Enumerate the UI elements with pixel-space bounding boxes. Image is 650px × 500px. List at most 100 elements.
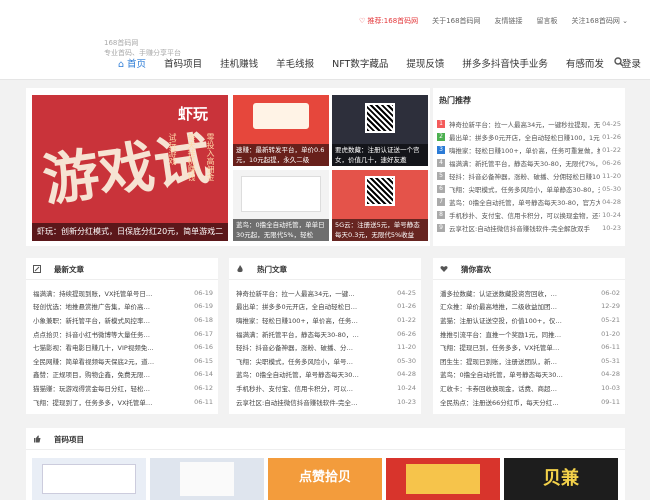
list-item[interactable]: 福满满：新托管平台，静态每天30-80，… 06-26 xyxy=(236,327,416,341)
header: 168首码网 专业首码、手赚分享平台 ⌂ 首页 首码项目 挂机赚钱 羊毛线报 N… xyxy=(0,38,650,80)
panel-header: 猜你喜欢 xyxy=(433,258,625,280)
nav-nft[interactable]: NFT数字藏品 xyxy=(332,56,388,70)
slide-thumb-caption: 5G云：注册送5元，单号静态每天0.3元，无限代5%收益 xyxy=(332,219,428,241)
top-link-about[interactable]: 关于168首码网 xyxy=(432,16,480,26)
search-icon[interactable] xyxy=(614,57,624,67)
edit-icon xyxy=(33,265,41,273)
item-title: 鑫赞：正规项目，购物企鑫，免费无限… xyxy=(33,371,150,380)
item-date: 04-28 xyxy=(601,370,620,379)
rank-badge: 9 xyxy=(437,223,445,232)
item-title: 福满满：持续提现到账，VX托管单号日… xyxy=(33,289,153,298)
list-item[interactable]: 全民网赚：简单看视频每天保底2元，道… 06-15 xyxy=(33,354,213,368)
list-item[interactable]: 飞翔：提现到了，任务多多，VX托管单… 06-11 xyxy=(33,395,213,409)
panel-header: 首码项目 xyxy=(26,428,625,450)
slide-thumb-3[interactable]: 蓝鸟：0撸全自动托管，单单日30元起，无限代5%，轻松 xyxy=(233,170,329,241)
nav-pdd[interactable]: 拼多多抖音快手业务 xyxy=(462,56,548,70)
item-date: 04-25 xyxy=(397,288,416,297)
logo-line-1: 168首码网 xyxy=(104,39,139,47)
hot-list-item[interactable]: 9 云享社区:自动挂微信抖音赚钱软件-完全解放双手 10-23 xyxy=(437,221,621,234)
hot-articles-list: 神奇拉新平台：拉一人最高34元，一键… 04-25 最出单：拼多多0元开店，全自动轻… xyxy=(236,286,416,408)
list-item[interactable]: 飞翔：提现已到，任务多多，VX托管单… 06-11 xyxy=(440,340,620,354)
list-item[interactable]: 蓝鸟：0撸全自动托管，单号静态每天30… 04-28 xyxy=(236,368,416,382)
item-title: 全民网赚：简单看视频每天保底2元，道… xyxy=(33,357,155,366)
top-link-follow[interactable]: 关注168首码网 ⌄ xyxy=(572,16,628,26)
list-item[interactable]: 点点拾贝：抖音小红书微博等大量任务… 06-17 xyxy=(33,327,213,341)
slide-main[interactable]: 游戏试 虾玩 试玩游戏 每天挂机赚钱 零投入高佣金 虾玩：创新分红模式，日保底分… xyxy=(32,95,228,241)
top-link-guestbook[interactable]: 留言板 xyxy=(537,16,558,26)
list-item[interactable]: 推推引流平台：直推一个奖励1元，同推… 01-20 xyxy=(440,327,620,341)
panel-title: 首码项目 xyxy=(54,435,84,444)
project-thumb-art xyxy=(42,464,136,494)
top-link-recommend[interactable]: ♡ 推荐:168首码网 xyxy=(359,16,418,26)
list-item[interactable]: 蓝猫：注册认证送空投，价值100+，仅… 05-21 xyxy=(440,313,620,327)
nav-projects[interactable]: 首码项目 xyxy=(164,56,202,70)
list-item[interactable]: 轻创优选：地推悬赏推广告集，单价高… 06-19 xyxy=(33,300,213,314)
item-title: 最出单：拼多多0元开店，全自动轻松日… xyxy=(236,303,358,312)
hot-list-item[interactable]: 6 飞翔：尖职模式，任务多风险小，单单静态30-80，无限 05-30 xyxy=(437,182,621,195)
item-title: 蓝鸟：0撸全自动托管，单号静态每天30-80，官方大力 xyxy=(449,198,601,207)
list-item[interactable]: 最出单：拼多多0元开店，全自动轻松日… 01-26 xyxy=(236,300,416,314)
list-item[interactable]: 神奇拉新平台：拉一人最高34元，一键… 04-25 xyxy=(236,286,416,300)
item-date: 10-03 xyxy=(601,383,620,392)
item-title: 嗨推家：轻松日赚100+，单价高，任务可重复做，推广 xyxy=(449,146,601,155)
slide-thumb-4[interactable]: 5G云：注册送5元，单号静态每天0.3元，无限代5%收益 xyxy=(332,170,428,241)
guess-like-list: 潘多拉数藏：认证送数藏投资宫回收，… 06-02 汇众推：单价最高地推，二级收益加团… xyxy=(440,286,620,408)
slide-main-col: 试玩游戏 xyxy=(168,133,177,165)
slide-thumb-2[interactable]: 要虎数藏：注册认证送一个宫女，价值几十，速好友邀 xyxy=(332,95,428,166)
slide-thumb-1[interactable]: 速赚：最新转发平台，单价0.6元，10元起提，永久二级 xyxy=(233,95,329,166)
list-item[interactable]: 潘多拉数藏：认证送数藏投资宫回收，… 06-02 xyxy=(440,286,620,300)
item-date: 05-30 xyxy=(602,184,621,193)
item-date: 11-20 xyxy=(602,171,621,180)
list-item[interactable]: 鑫赞：正规项目，购物企鑫，免费无限… 06-14 xyxy=(33,368,213,382)
list-item[interactable]: 汇众推：单价最高地推，二级收益加团… 12-29 xyxy=(440,300,620,314)
hot-list-item[interactable]: 8 手机秒扑、支付宝、信用卡积分，可以换现金物，还有 10-24 xyxy=(437,208,621,221)
project-thumb[interactable]: 贝兼 xyxy=(504,458,618,500)
list-item[interactable]: 福满满：持续提现到账，VX托管单号日… 06-19 xyxy=(33,286,213,300)
hot-list-item[interactable]: 3 嗨推家：轻松日赚100+，单价高，任务可重复做，推广 01-22 xyxy=(437,143,621,156)
item-date: 01-26 xyxy=(397,302,416,311)
project-thumb[interactable] xyxy=(32,458,146,500)
item-date: 06-15 xyxy=(194,356,213,365)
top-bar: ♡ 推荐:168首码网 关于168首码网 友情链接 留言板 关注168首码网 ⌄ xyxy=(0,0,650,38)
item-title: 轻抖：抖音必备神器，涨粉、破播、分… xyxy=(236,344,353,353)
nav-idle-earn[interactable]: 挂机赚钱 xyxy=(220,56,258,70)
rank-badge: 7 xyxy=(437,197,445,206)
list-item[interactable]: 轻抖：抖音必备神器，涨粉、破播、分… 11-20 xyxy=(236,340,416,354)
list-item[interactable]: 手机秒扑、支付宝、信用卡积分，可以… 10-24 xyxy=(236,381,416,395)
hot-list-item[interactable]: 5 轻抖：抖音必备神器，涨粉、破播、分佣轻松日赚100 11-20 xyxy=(437,169,621,182)
nav-login[interactable]: 登录 xyxy=(622,56,641,70)
list-item[interactable]: 云享社区:自动挂微信抖音赚钱软件-完全… 10-23 xyxy=(236,395,416,409)
item-title: 蓝猫：注册认证送空投，价值100+，仅… xyxy=(440,316,562,325)
item-date: 06-12 xyxy=(194,383,213,392)
list-item[interactable]: 嗨推家：轻松日赚100+，单价高，任务… 01-22 xyxy=(236,313,416,327)
item-title: 汇众推：单价最高地推，二级收益加团… xyxy=(440,303,557,312)
nav-deals[interactable]: 羊毛线报 xyxy=(276,56,314,70)
list-item[interactable]: 全民热点：注册送66分红币，每天分红… 09-11 xyxy=(440,395,620,409)
nav-home[interactable]: ⌂ 首页 xyxy=(118,56,146,70)
site-logo[interactable]: 168首码网 专业首码、手赚分享平台 xyxy=(104,38,181,58)
list-item[interactable]: 小象兼职：新托管平台，新模式风控率… 06-18 xyxy=(33,313,213,327)
item-title: 团生生：提现已到账，注册送团队，新… xyxy=(440,357,557,366)
project-thumb[interactable] xyxy=(150,458,264,500)
hot-list-item[interactable]: 2 最出单：拼多多0元开店，全自动轻松日赚100，1元起提 01-26 xyxy=(437,130,621,143)
list-item[interactable]: 飞翔：尖职模式，任务多风险小，单号… 05-30 xyxy=(236,354,416,368)
project-thumb[interactable] xyxy=(386,458,500,500)
list-item[interactable]: 蓝鸟：0撸全自动托管，单号静态每天30… 04-28 xyxy=(440,368,620,382)
item-date: 10-23 xyxy=(602,223,621,232)
project-thumb[interactable]: 点赞拾贝 xyxy=(268,458,382,500)
list-item[interactable]: 汇收卡：卡券回收换现金，话费、商超… 10-03 xyxy=(440,381,620,395)
top-link-friends[interactable]: 友情链接 xyxy=(495,16,523,26)
guess-like-panel: 猜你喜欢 潘多拉数藏：认证送数藏投资宫回收，… 06-02 汇众推：单价最高地推，二… xyxy=(433,258,625,414)
item-title: 点点拾贝：抖音小红书微博等大量任务… xyxy=(33,330,150,339)
list-item[interactable]: 猫猫赚：玩游戏得赏金每日分红，轻松… 06-12 xyxy=(33,381,213,395)
list-item[interactable]: 团生生：提现已到账，注册送团队，新… 05-31 xyxy=(440,354,620,368)
item-date: 06-02 xyxy=(601,288,620,297)
nav-withdraw[interactable]: 提现反馈 xyxy=(406,56,444,70)
nav-thoughts[interactable]: 有感而发 xyxy=(566,56,604,70)
hot-list-item[interactable]: 4 福满满：新托管平台，静态每天30-80，无限代7%，注册 06-26 xyxy=(437,156,621,169)
panel-title: 热门推荐 xyxy=(439,96,471,105)
list-item[interactable]: 七猫影视：看电影日赚几十，VIP视频免… 06-16 xyxy=(33,340,213,354)
slide-main-caption[interactable]: 虾玩：创新分红模式，日保底分红20元，简单游戏二 xyxy=(32,223,228,241)
hot-list-item[interactable]: 1 神奇拉新平台：拉一人最高34元，一键秒拉提现，无限 04-25 xyxy=(437,117,621,130)
hot-list-item[interactable]: 7 蓝鸟：0撸全自动托管，单号静态每天30-80，官方大力 04-28 xyxy=(437,195,621,208)
